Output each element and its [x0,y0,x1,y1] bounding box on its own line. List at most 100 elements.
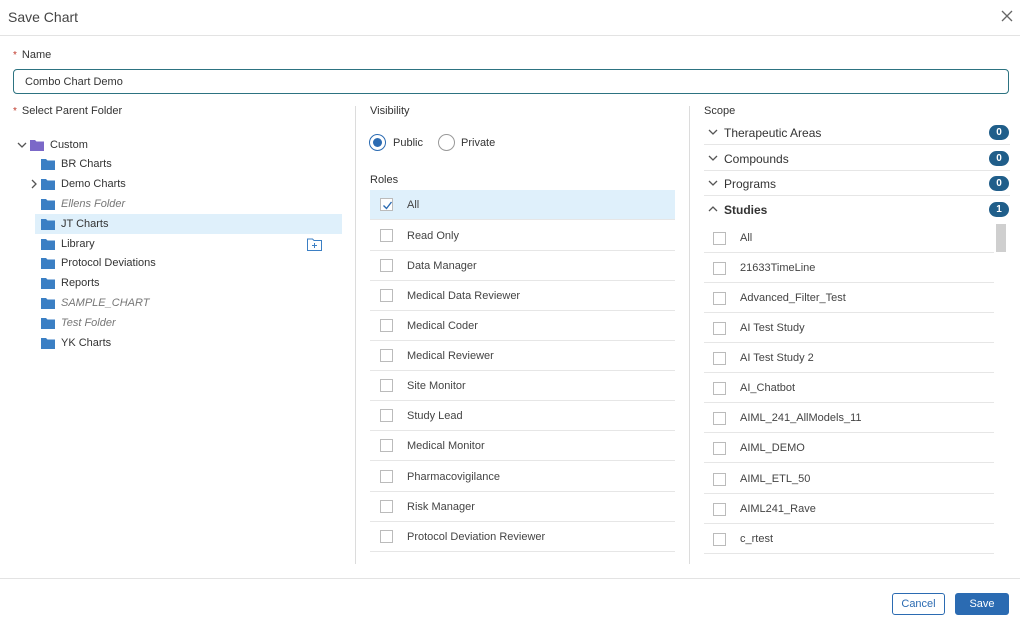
study-row-all[interactable]: All [704,223,994,253]
required-mark: * [13,106,17,117]
checkbox[interactable] [380,259,393,272]
role-row-protocol-deviation-reviewer[interactable]: Protocol Deviation Reviewer [370,522,675,552]
checkbox[interactable] [380,349,393,362]
folder-item-custom[interactable]: Custom [17,135,337,155]
folder-icon [41,278,55,289]
folder-item-test-folder[interactable]: Test Folder [35,313,335,333]
checkbox[interactable] [380,229,393,242]
count-badge: 0 [989,151,1009,166]
chevron-down-icon [708,155,718,161]
study-row-aiml241-rave[interactable]: AIML241_Rave [704,494,994,524]
folder-item-sample-chart[interactable]: SAMPLE_CHART [35,293,335,313]
checkbox[interactable] [380,439,393,452]
scope-label: Scope [704,105,736,117]
study-row-21633timeline[interactable]: 21633TimeLine [704,253,994,283]
role-row-read-only[interactable]: Read Only [370,221,675,251]
folder-item-jt-charts[interactable]: JT Charts [35,214,342,234]
required-mark: * [13,50,17,61]
column-divider [689,106,690,564]
folder-item-library[interactable]: Library [35,234,335,254]
folder-item-demo-charts[interactable]: Demo Charts [27,174,335,194]
count-badge: 1 [989,202,1009,217]
folder-icon [41,318,55,329]
checkbox[interactable] [713,322,726,335]
role-row-medical-coder[interactable]: Medical Coder [370,311,675,341]
footer-divider [0,578,1020,579]
private-radio[interactable] [438,134,455,151]
checkbox[interactable] [713,232,726,245]
checkbox[interactable] [380,379,393,392]
role-row-study-lead[interactable]: Study Lead [370,401,675,431]
checkbox[interactable] [713,382,726,395]
study-row-aiml-etl-50[interactable]: AIML_ETL_50 [704,464,994,494]
chevron-up-icon [708,206,718,212]
checkbox[interactable] [713,292,726,305]
checkbox[interactable] [713,352,726,365]
save-button[interactable]: Save [955,593,1009,615]
folder-item-protocol-deviations[interactable]: Protocol Deviations [35,253,335,273]
study-row-c-rtest[interactable]: c_rtest [704,524,994,554]
study-row-ai-chatbot[interactable]: AI_Chatbot [704,373,994,403]
study-row-advanced-filter-test[interactable]: Advanced_Filter_Test [704,283,994,313]
role-row-medical-reviewer[interactable]: Medical Reviewer [370,341,675,371]
checkbox[interactable] [713,262,726,275]
folder-icon [41,338,55,349]
checkbox[interactable] [380,500,393,513]
checkbox[interactable] [380,530,393,543]
folder-icon [30,140,44,151]
add-folder-icon[interactable] [307,238,322,251]
checkbox[interactable] [380,319,393,332]
role-row-pharmacovigilance[interactable]: Pharmacovigilance [370,462,675,492]
checkbox[interactable] [380,470,393,483]
cancel-button[interactable]: Cancel [892,593,945,615]
dialog-header: Save Chart [0,0,1020,36]
folder-item-ellens-folder[interactable]: Ellens Folder [35,194,335,214]
studies-scrollbar[interactable] [996,224,1006,252]
checkbox[interactable] [713,533,726,546]
role-row-site-monitor[interactable]: Site Monitor [370,371,675,401]
folder-item-br-charts[interactable]: BR Charts [35,154,335,174]
role-row-medical-monitor[interactable]: Medical Monitor [370,431,675,461]
folder-icon [41,219,55,230]
chevron-down-icon [708,129,718,135]
checkbox[interactable] [713,503,726,516]
study-row-aiml-demo[interactable]: AIML_DEMO [704,433,994,463]
name-input[interactable] [13,69,1009,94]
checkbox[interactable] [380,289,393,302]
checkbox-checked[interactable] [380,198,393,211]
dialog-title: Save Chart [8,9,79,25]
study-row-aiml-241-allmodels-11[interactable]: AIML_241_AllModels_11 [704,403,994,433]
scope-section-programs[interactable]: Programs 0 [704,171,1010,196]
checkbox[interactable] [713,473,726,486]
close-icon[interactable] [1000,9,1014,23]
role-row-medical-data-reviewer[interactable]: Medical Data Reviewer [370,281,675,311]
role-row-risk-manager[interactable]: Risk Manager [370,492,675,522]
scope-section-studies[interactable]: Studies 1 [704,197,1010,222]
folder-icon [41,298,55,309]
checkbox[interactable] [380,409,393,422]
private-radio-label: Private [461,137,496,149]
roles-label: Roles [370,174,399,186]
role-row-data-manager[interactable]: Data Manager [370,251,675,281]
folder-icon [41,179,55,190]
role-row-all[interactable]: All [370,190,675,220]
study-row-ai-test-study[interactable]: AI Test Study [704,313,994,343]
chevron-right-icon[interactable] [29,179,39,189]
public-radio-label: Public [393,137,423,149]
count-badge: 0 [989,176,1009,191]
chevron-down-icon[interactable] [17,140,27,150]
chevron-down-icon [708,180,718,186]
folder-item-yk-charts[interactable]: YK Charts [35,333,335,353]
checkbox[interactable] [713,412,726,425]
scope-section-compounds[interactable]: Compounds 0 [704,146,1010,171]
study-row-ai-test-study-2[interactable]: AI Test Study 2 [704,343,994,373]
folder-icon [41,258,55,269]
public-radio[interactable] [369,134,386,151]
folder-icon [41,199,55,210]
checkbox[interactable] [713,442,726,455]
folder-icon [41,239,55,250]
scope-section-therapeutic-areas[interactable]: Therapeutic Areas 0 [704,120,1010,145]
folder-item-reports[interactable]: Reports [35,273,335,293]
folder-icon [41,159,55,170]
check-icon [383,201,393,210]
